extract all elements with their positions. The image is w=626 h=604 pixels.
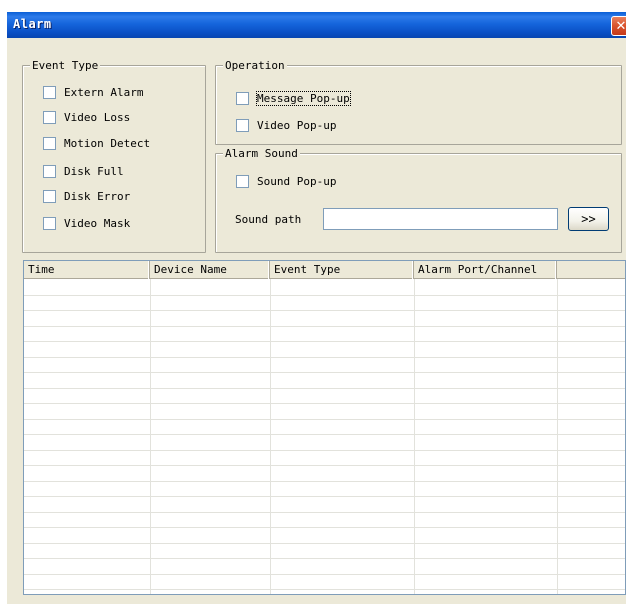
checkbox-label: Video Loss xyxy=(64,111,131,124)
column-header-event-type[interactable]: Event Type xyxy=(270,261,414,279)
checkbox-box[interactable] xyxy=(236,175,249,188)
checkbox-box[interactable] xyxy=(43,137,56,150)
grid-row-line xyxy=(24,310,625,311)
alarm-sound-legend: Alarm Sound xyxy=(223,147,300,160)
checkbox-disk-full[interactable]: Disk Full xyxy=(43,165,124,178)
checkbox-sound-popup[interactable]: Sound Pop-up xyxy=(236,175,336,188)
sound-path-label: Sound path xyxy=(235,213,302,226)
grid-row-line xyxy=(24,558,625,559)
checkbox-label: Sound Pop-up xyxy=(257,175,337,188)
checkbox-motion-detect[interactable]: Motion Detect xyxy=(43,137,150,150)
checkbox-label: Motion Detect xyxy=(64,137,151,150)
checkbox-video-loss[interactable]: Video Loss xyxy=(43,111,130,124)
grid-row-line xyxy=(24,574,625,575)
close-button[interactable]: ✕ xyxy=(611,16,626,36)
grid-row-line xyxy=(24,341,625,342)
table-body xyxy=(24,279,625,594)
grid-row-line xyxy=(24,419,625,420)
event-type-legend: Event Type xyxy=(30,59,101,72)
grid-row-line xyxy=(24,465,625,466)
browse-button[interactable]: >> xyxy=(568,207,609,231)
checkbox-label: Disk Full xyxy=(64,165,124,178)
column-header-extra[interactable] xyxy=(557,261,625,279)
alarm-sound-group: Alarm Sound xyxy=(215,147,622,253)
checkbox-label: Extern Alarm xyxy=(64,86,144,99)
checkbox-box[interactable] xyxy=(43,86,56,99)
grid-column-line xyxy=(414,279,415,594)
column-header-time[interactable]: Time xyxy=(24,261,150,279)
checkbox-box[interactable] xyxy=(236,92,249,105)
checkbox-box[interactable] xyxy=(236,119,249,132)
grid-row-line xyxy=(24,496,625,497)
grid-row-line xyxy=(24,434,625,435)
grid-row-line xyxy=(24,388,625,389)
grid-row-line xyxy=(24,372,625,373)
window-title: Alarm xyxy=(13,17,52,31)
column-header-device-name[interactable]: Device Name xyxy=(150,261,270,279)
column-header-alarm-port-channel[interactable]: Alarm Port/Channel xyxy=(414,261,557,279)
grid-row-line xyxy=(24,543,625,544)
checkbox-label: Message Pop-up xyxy=(256,91,351,106)
grid-row-line xyxy=(24,326,625,327)
checkbox-label: Video Pop-up xyxy=(257,119,337,132)
checkbox-box[interactable] xyxy=(43,111,56,124)
checkbox-box[interactable] xyxy=(43,165,56,178)
grid-column-line xyxy=(150,279,151,594)
grid-row-line xyxy=(24,295,625,296)
checkbox-disk-error[interactable]: Disk Error xyxy=(43,190,130,203)
checkbox-box[interactable] xyxy=(43,190,56,203)
checkbox-message-popup[interactable]: Message Pop-up xyxy=(236,91,351,106)
checkbox-video-mask[interactable]: Video Mask xyxy=(43,217,130,230)
grid-row-line xyxy=(24,481,625,482)
grid-row-line xyxy=(24,589,625,590)
grid-column-line xyxy=(270,279,271,594)
alarm-window: Alarm ✕ Event Type Extern Alarm Video Lo… xyxy=(7,12,626,604)
close-icon: ✕ xyxy=(615,18,626,34)
table-header: Time Device Name Event Type Alarm Port/C… xyxy=(24,261,625,279)
sound-path-input[interactable] xyxy=(323,208,558,230)
grid-row-line xyxy=(24,450,625,451)
grid-row-line xyxy=(24,357,625,358)
grid-row-line xyxy=(24,512,625,513)
grid-row-line xyxy=(24,527,625,528)
checkbox-label: Video Mask xyxy=(64,217,131,230)
title-bar[interactable]: Alarm ✕ xyxy=(7,12,626,38)
checkbox-box[interactable] xyxy=(43,217,56,230)
grid-column-line xyxy=(557,279,558,594)
alarm-list-table[interactable]: Time Device Name Event Type Alarm Port/C… xyxy=(23,260,626,595)
chevron-right-icon: >> xyxy=(581,212,596,226)
operation-group: Operation xyxy=(215,59,622,145)
grid-row-line xyxy=(24,403,625,404)
operation-legend: Operation xyxy=(223,59,287,72)
checkbox-video-popup[interactable]: Video Pop-up xyxy=(236,119,336,132)
checkbox-extern-alarm[interactable]: Extern Alarm xyxy=(43,86,143,99)
checkbox-label: Disk Error xyxy=(64,190,131,203)
